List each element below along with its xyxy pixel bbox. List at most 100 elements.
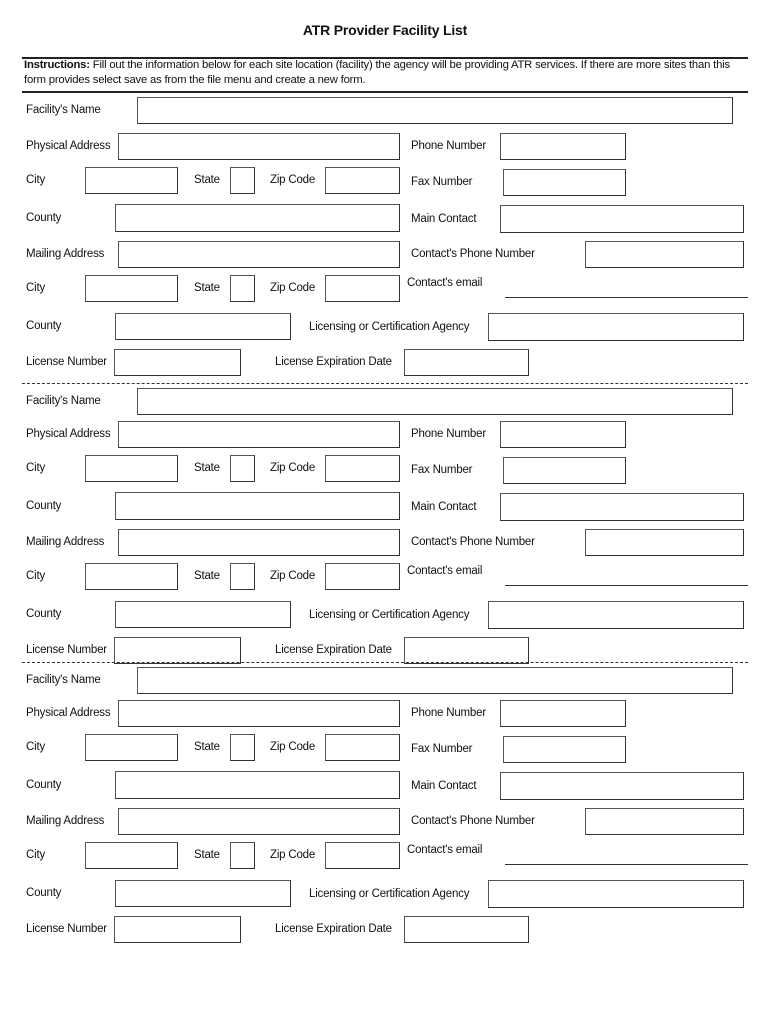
mailing-address-field[interactable] [118, 529, 400, 556]
licensing-agency-input[interactable] [489, 314, 743, 340]
mailing-city-field[interactable] [85, 842, 178, 869]
phone-number-field[interactable] [500, 421, 626, 448]
licensing-agency-field[interactable] [488, 880, 744, 908]
mailing-zip-input[interactable] [326, 564, 399, 589]
licensing-agency-field[interactable] [488, 313, 744, 341]
license-number-field[interactable] [114, 637, 241, 664]
phone-number-field[interactable] [500, 133, 626, 160]
mailing-zip-field[interactable] [325, 842, 400, 869]
licensing-agency-input[interactable] [489, 602, 743, 628]
facility-name-field[interactable] [137, 667, 733, 694]
county-input[interactable] [116, 205, 399, 231]
contacts-phone-input[interactable] [586, 530, 743, 555]
mailing-address-field[interactable] [118, 241, 400, 268]
mailing-county-input[interactable] [116, 602, 290, 627]
facility-name-field[interactable] [137, 388, 733, 415]
county-field[interactable] [115, 771, 400, 799]
main-contact-input[interactable] [501, 773, 743, 799]
contacts-phone-field[interactable] [585, 808, 744, 835]
mailing-county-input[interactable] [116, 314, 290, 339]
mailing-county-field[interactable] [115, 313, 291, 340]
mailing-county-input[interactable] [116, 881, 290, 906]
mailing-city-field[interactable] [85, 275, 178, 302]
contacts-phone-field[interactable] [585, 241, 744, 268]
mailing-state-input[interactable] [231, 843, 254, 868]
main-contact-field[interactable] [500, 772, 744, 800]
fax-number-field[interactable] [503, 736, 626, 763]
phone-number-input[interactable] [501, 134, 625, 159]
city-input[interactable] [86, 168, 177, 193]
facility-name-input[interactable] [138, 98, 732, 123]
facility-name-input[interactable] [138, 389, 732, 414]
license-number-input[interactable] [115, 917, 240, 942]
state-field[interactable] [230, 734, 255, 761]
city-field[interactable] [85, 734, 178, 761]
zip-code-input[interactable] [326, 735, 399, 760]
zip-code-input[interactable] [326, 456, 399, 481]
zip-code-field[interactable] [325, 455, 400, 482]
fax-number-field[interactable] [503, 169, 626, 196]
license-expiration-input[interactable] [405, 917, 528, 942]
state-input[interactable] [231, 456, 254, 481]
fax-number-input[interactable] [504, 170, 625, 195]
licensing-agency-field[interactable] [488, 601, 744, 629]
main-contact-input[interactable] [501, 206, 743, 232]
city-input[interactable] [86, 456, 177, 481]
mailing-city-field[interactable] [85, 563, 178, 590]
city-field[interactable] [85, 455, 178, 482]
zip-code-input[interactable] [326, 168, 399, 193]
state-input[interactable] [231, 168, 254, 193]
physical-address-field[interactable] [118, 421, 400, 448]
license-expiration-field[interactable] [404, 349, 529, 376]
contacts-email-field[interactable] [505, 846, 752, 865]
contacts-phone-field[interactable] [585, 529, 744, 556]
license-number-input[interactable] [115, 350, 240, 375]
license-expiration-input[interactable] [405, 638, 528, 663]
physical-address-input[interactable] [119, 701, 399, 726]
contacts-phone-input[interactable] [586, 809, 743, 834]
county-input[interactable] [116, 772, 399, 798]
mailing-zip-field[interactable] [325, 275, 400, 302]
contacts-email-field[interactable] [505, 279, 752, 298]
main-contact-field[interactable] [500, 205, 744, 233]
fax-number-input[interactable] [504, 737, 625, 762]
phone-number-field[interactable] [500, 700, 626, 727]
county-field[interactable] [115, 204, 400, 232]
state-input[interactable] [231, 735, 254, 760]
zip-code-field[interactable] [325, 167, 400, 194]
county-input[interactable] [116, 493, 399, 519]
license-number-field[interactable] [114, 349, 241, 376]
mailing-zip-input[interactable] [326, 276, 399, 301]
contacts-phone-input[interactable] [586, 242, 743, 267]
city-input[interactable] [86, 735, 177, 760]
mailing-address-input[interactable] [119, 530, 399, 555]
contacts-email-input[interactable] [505, 279, 752, 297]
fax-number-input[interactable] [504, 458, 625, 483]
physical-address-field[interactable] [118, 700, 400, 727]
county-field[interactable] [115, 492, 400, 520]
license-expiration-field[interactable] [404, 637, 529, 664]
license-number-input[interactable] [115, 638, 240, 663]
physical-address-input[interactable] [119, 422, 399, 447]
main-contact-input[interactable] [501, 494, 743, 520]
mailing-city-input[interactable] [86, 564, 177, 589]
state-field[interactable] [230, 455, 255, 482]
license-expiration-input[interactable] [405, 350, 528, 375]
zip-code-field[interactable] [325, 734, 400, 761]
mailing-city-input[interactable] [86, 276, 177, 301]
license-expiration-field[interactable] [404, 916, 529, 943]
mailing-zip-field[interactable] [325, 563, 400, 590]
physical-address-input[interactable] [119, 134, 399, 159]
facility-name-field[interactable] [137, 97, 733, 124]
mailing-state-input[interactable] [231, 276, 254, 301]
state-field[interactable] [230, 167, 255, 194]
mailing-county-field[interactable] [115, 880, 291, 907]
license-number-field[interactable] [114, 916, 241, 943]
phone-number-input[interactable] [501, 422, 625, 447]
physical-address-field[interactable] [118, 133, 400, 160]
mailing-state-field[interactable] [230, 563, 255, 590]
mailing-address-field[interactable] [118, 808, 400, 835]
mailing-state-input[interactable] [231, 564, 254, 589]
contacts-email-input[interactable] [505, 846, 752, 864]
fax-number-field[interactable] [503, 457, 626, 484]
